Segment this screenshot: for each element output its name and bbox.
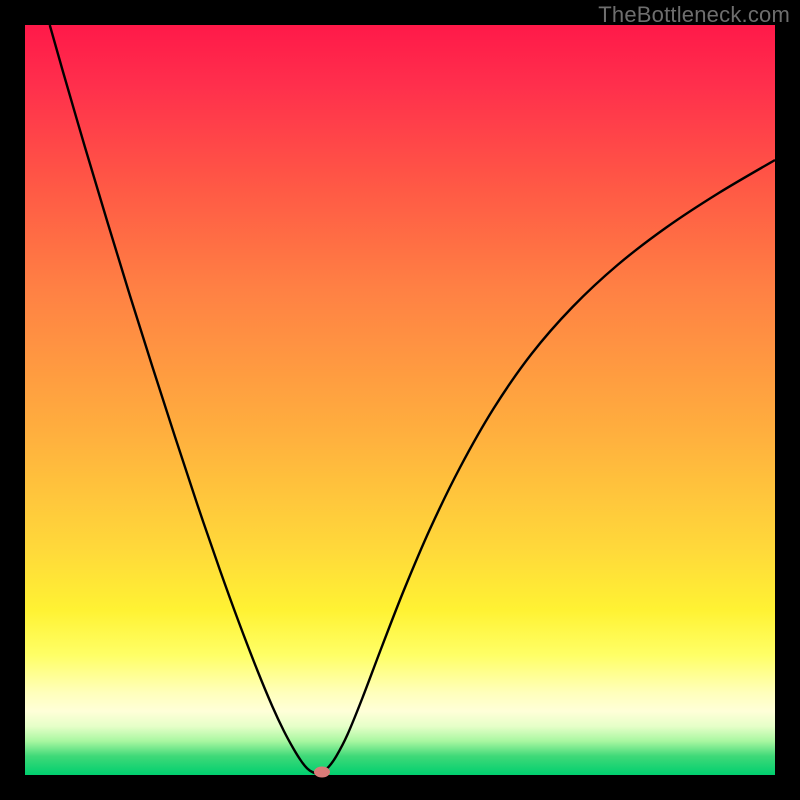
optimum-marker	[314, 767, 330, 778]
curve-path	[50, 25, 775, 774]
chart-plot-area	[25, 25, 775, 775]
bottleneck-curve	[25, 25, 775, 775]
